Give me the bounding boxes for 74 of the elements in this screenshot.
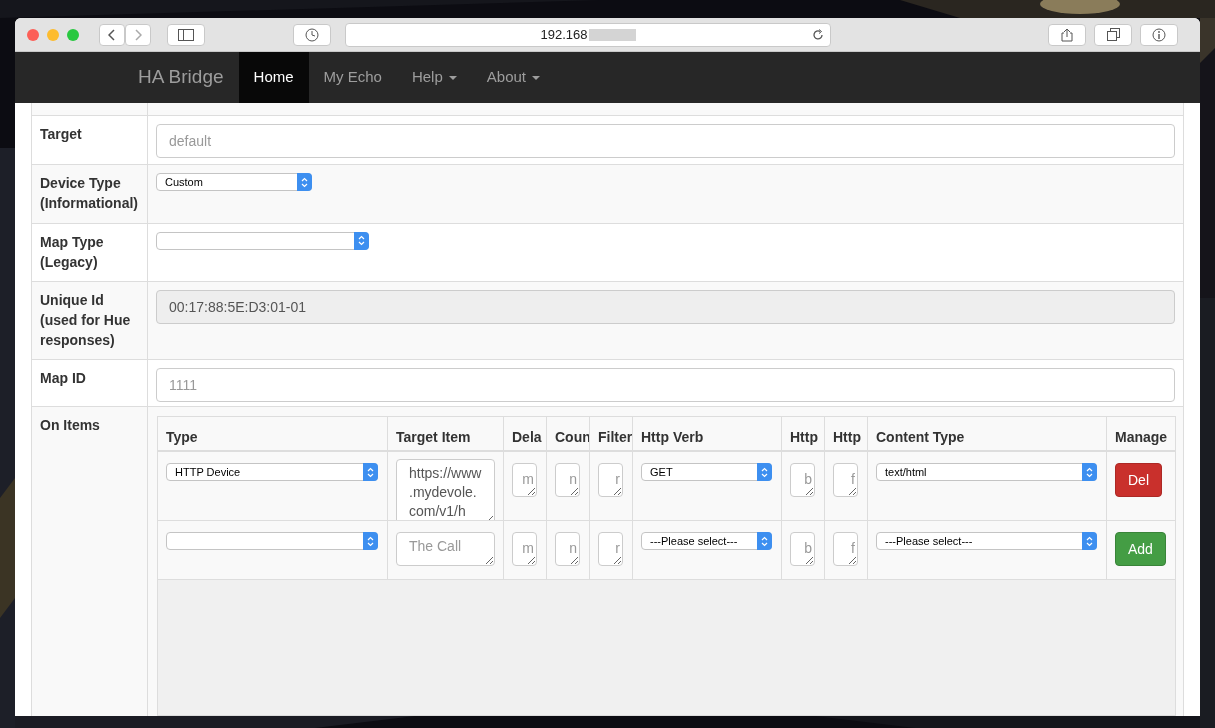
forward-button[interactable] bbox=[125, 23, 151, 46]
text-field[interactable]: 1111 bbox=[156, 367, 1175, 402]
nav-link[interactable]: My Echo bbox=[308, 52, 397, 103]
text-area[interactable]: m bbox=[512, 532, 537, 566]
select-field[interactable] bbox=[156, 231, 369, 250]
text-area[interactable]: The Call bbox=[396, 532, 495, 566]
share-button[interactable] bbox=[1048, 23, 1086, 46]
stepper-icon bbox=[1082, 532, 1097, 550]
text-area[interactable]: r bbox=[598, 532, 623, 566]
text-area[interactable]: https://www.mydevole.com/v1/h bbox=[396, 459, 495, 520]
column-header: Type bbox=[166, 429, 198, 445]
text-area[interactable]: f bbox=[833, 532, 858, 566]
reload-icon[interactable] bbox=[812, 28, 824, 41]
column-header: Manage bbox=[1115, 429, 1168, 445]
select-field[interactable]: ---Please select--- bbox=[641, 532, 772, 550]
clock-icon bbox=[305, 27, 319, 42]
text-area[interactable]: b bbox=[790, 463, 815, 497]
select-field[interactable]: GET bbox=[641, 463, 772, 481]
action-button[interactable]: Del bbox=[1115, 463, 1162, 497]
nav-link[interactable]: About bbox=[471, 52, 555, 103]
field-label: On Items bbox=[40, 416, 101, 435]
select-field[interactable] bbox=[166, 532, 378, 550]
caret-icon bbox=[448, 75, 457, 80]
field-label: Map ID bbox=[40, 368, 87, 388]
tabs-icon bbox=[1106, 28, 1120, 41]
text-area[interactable]: b bbox=[790, 532, 815, 566]
info-icon bbox=[1152, 27, 1166, 42]
text-area[interactable]: m bbox=[512, 463, 537, 497]
select-field[interactable]: ---Please select--- bbox=[876, 532, 1097, 550]
nav-link[interactable]: Home bbox=[238, 52, 309, 103]
address-text: 192.168 bbox=[540, 25, 588, 44]
brand-title[interactable]: HA Bridge bbox=[138, 63, 224, 92]
back-button[interactable] bbox=[99, 23, 125, 46]
chevron-left-icon bbox=[108, 28, 116, 41]
info-button[interactable] bbox=[1140, 23, 1178, 46]
select-field[interactable]: HTTP Device bbox=[166, 463, 378, 481]
field-label: Map Type (Legacy) bbox=[40, 232, 105, 272]
address-bar[interactable]: 192.168 bbox=[345, 22, 831, 47]
text-area[interactable]: n bbox=[555, 532, 580, 566]
select-field[interactable]: Custom bbox=[156, 173, 312, 192]
field-label: Device Type (Informational) bbox=[40, 174, 139, 214]
column-header: Http Verb bbox=[641, 429, 704, 445]
column-header: Http bbox=[790, 429, 818, 445]
field-label: Target bbox=[40, 125, 83, 145]
stepper-icon bbox=[297, 173, 312, 192]
field-label: Unique Id (used for Hue responses) bbox=[40, 291, 132, 351]
text-area[interactable]: r bbox=[598, 463, 623, 497]
sidebar-icon bbox=[178, 28, 194, 41]
column-header: Http bbox=[833, 429, 861, 445]
share-icon bbox=[1061, 27, 1073, 42]
stepper-icon bbox=[757, 463, 772, 481]
stepper-icon bbox=[354, 231, 369, 250]
text-area[interactable]: f bbox=[833, 463, 858, 497]
stepper-icon bbox=[363, 532, 378, 550]
stepper-icon bbox=[363, 463, 378, 481]
text-field[interactable]: default bbox=[156, 124, 1175, 159]
stepper-icon bbox=[757, 532, 772, 550]
history-button[interactable] bbox=[293, 23, 331, 46]
column-header: Dela bbox=[512, 429, 542, 445]
stepper-icon bbox=[1082, 463, 1097, 481]
text-area[interactable]: n bbox=[555, 463, 580, 497]
tabs-button[interactable] bbox=[1094, 23, 1132, 46]
column-header: Content Type bbox=[876, 429, 965, 445]
column-header: Target Item bbox=[396, 429, 471, 445]
caret-icon bbox=[532, 75, 540, 80]
column-header: Filter bbox=[598, 429, 632, 445]
nav-link[interactable]: Help bbox=[396, 52, 472, 103]
sidebar-button[interactable] bbox=[167, 23, 205, 46]
chevron-right-icon bbox=[134, 28, 142, 41]
redaction-mark bbox=[588, 28, 636, 41]
zoom-window-icon[interactable] bbox=[67, 28, 79, 41]
select-field[interactable]: text/html bbox=[876, 463, 1097, 481]
column-header: Coun bbox=[555, 429, 589, 445]
close-window-icon[interactable] bbox=[27, 28, 39, 41]
